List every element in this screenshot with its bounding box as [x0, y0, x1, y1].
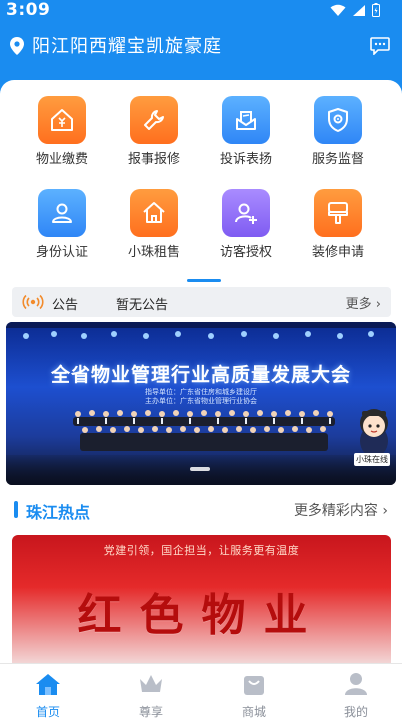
- service-complaint[interactable]: 投诉表扬: [200, 96, 292, 168]
- notice-more-link[interactable]: 更多 ›: [346, 293, 381, 312]
- tab-label: 首页: [35, 705, 60, 719]
- service-identity[interactable]: 身份认证: [16, 189, 108, 261]
- section-accent-bar: [14, 501, 18, 518]
- wifi-icon: [330, 4, 346, 16]
- service-label: 服务监督: [311, 152, 364, 167]
- service-repair[interactable]: 报事报修: [108, 96, 200, 168]
- shopping-bag-icon: [244, 676, 264, 695]
- tab-home[interactable]: 首页: [18, 672, 78, 719]
- bottom-tab-bar: 首页 尊享 商城 我的: [0, 663, 402, 719]
- service-label: 访客授权: [219, 245, 272, 260]
- envelope-icon: [222, 96, 270, 144]
- service-visitor[interactable]: 访客授权: [200, 189, 292, 261]
- location-bar[interactable]: 阳江阳西耀宝凯旋豪庭: [0, 32, 402, 62]
- location-pin-icon: [10, 37, 24, 55]
- section-more-label: 更多精彩内容: [293, 503, 378, 519]
- news-headline: 红色物业: [77, 590, 326, 641]
- broadcast-icon: [22, 294, 44, 310]
- carousel-indicator: [190, 467, 210, 471]
- section-title: 珠江热点: [26, 503, 91, 522]
- service-label: 报事报修: [127, 152, 180, 167]
- location-name[interactable]: 阳江阳西耀宝凯旋豪庭: [32, 35, 222, 59]
- banner-subtitle-1: 指导单位：广东省住房和城乡建设厅: [145, 388, 257, 396]
- home-icon: [130, 189, 178, 237]
- service-label: 装修申请: [311, 245, 364, 260]
- notice-more-label: 更多: [345, 297, 372, 312]
- service-supervision[interactable]: 服务监督: [292, 96, 384, 168]
- person-icon: [38, 189, 86, 237]
- home-tab-icon: [36, 674, 60, 695]
- event-banner[interactable]: 全省物业管理行业高质量发展大会 指导单位：广东省住房和城乡建设厅 主办单位：广东…: [6, 322, 396, 485]
- status-time: 3:09: [6, 0, 51, 20]
- page-indicator: [187, 279, 221, 282]
- news-slogan: 党建引领，国企担当，让服务更有温度: [103, 544, 300, 557]
- battery-icon: [372, 3, 380, 17]
- status-bar: 3:09: [0, 0, 402, 24]
- chevron-right-icon: ›: [375, 297, 381, 312]
- stage-lights: [6, 322, 396, 339]
- section-header: 珠江热点 更多精彩内容 ›: [0, 497, 402, 523]
- wrench-icon: [130, 96, 178, 144]
- notice-label: 公告: [52, 298, 79, 313]
- mascot-label[interactable]: 小珠在线: [354, 453, 390, 466]
- service-label: 小珠租售: [127, 245, 180, 260]
- tab-mine[interactable]: 我的: [326, 672, 386, 719]
- add-person-icon: [222, 189, 270, 237]
- signal-icon: [353, 4, 365, 16]
- service-rental[interactable]: 小珠租售: [108, 189, 200, 261]
- notice-bar[interactable]: 公告 暂无公告 更多 ›: [12, 287, 391, 317]
- shield-icon: [314, 96, 362, 144]
- message-icon[interactable]: [370, 37, 390, 55]
- house-yuan-icon: [38, 96, 86, 144]
- service-label: 投诉表扬: [219, 152, 272, 167]
- crown-icon: [140, 675, 162, 692]
- service-renovation[interactable]: 装修申请: [292, 189, 384, 261]
- news-card[interactable]: 党建引领，国企担当，让服务更有温度 红色物业: [12, 535, 391, 665]
- service-label: 身份认证: [35, 245, 88, 260]
- status-icons: [330, 3, 380, 17]
- tab-label: 尊享: [138, 705, 163, 719]
- group-photo: [73, 410, 335, 451]
- section-more-link[interactable]: 更多精彩内容 ›: [294, 500, 388, 520]
- paint-roller-icon: [314, 189, 362, 237]
- user-icon: [345, 673, 367, 695]
- banner-title: 全省物业管理行业高质量发展大会: [50, 364, 351, 386]
- tab-label: 我的: [343, 705, 368, 719]
- chevron-right-icon: ›: [382, 503, 388, 519]
- notice-text: 暂无公告: [116, 298, 169, 313]
- tab-mall[interactable]: 商城: [224, 672, 284, 719]
- service-property-fee[interactable]: 物业缴费: [16, 96, 108, 168]
- service-label: 物业缴费: [35, 152, 88, 167]
- tab-label: 商城: [241, 705, 266, 719]
- tab-premium[interactable]: 尊享: [121, 672, 181, 719]
